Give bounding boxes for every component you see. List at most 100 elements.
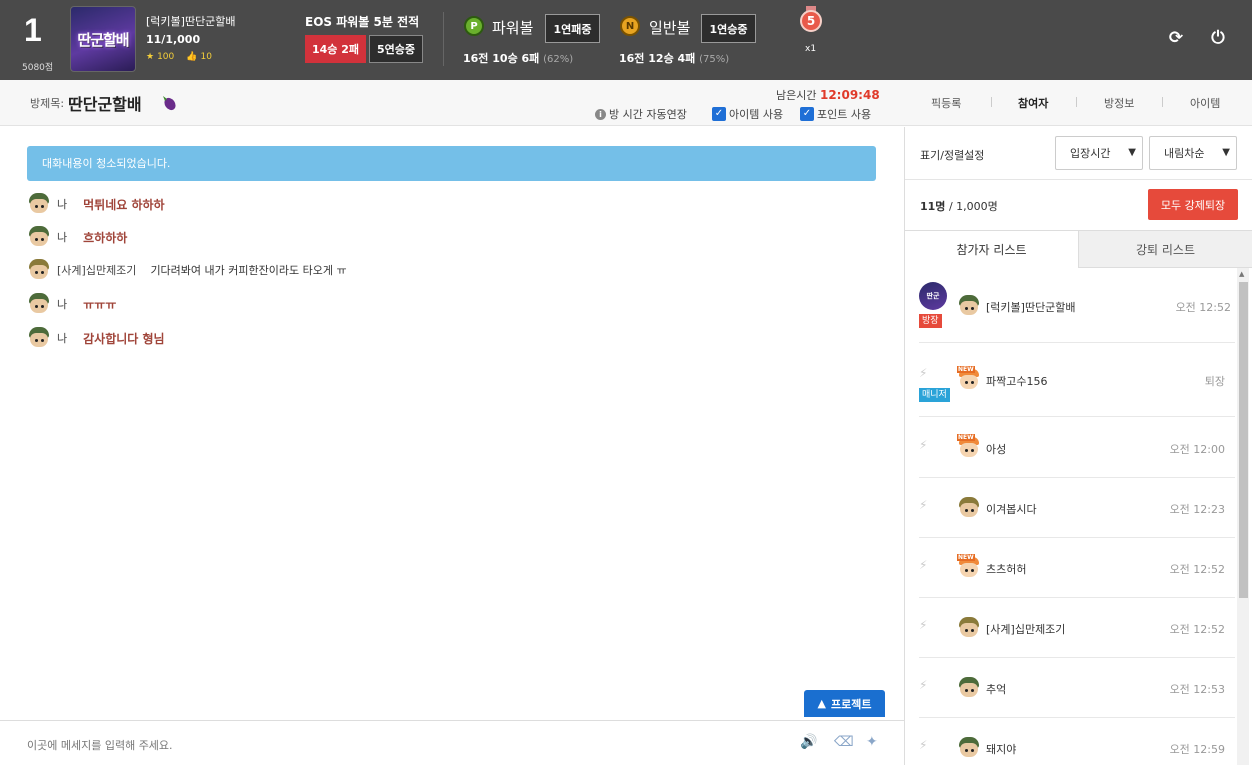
eraser-icon[interactable]: ⌫ — [834, 734, 854, 750]
user-name: [럭키볼]딴단군할배 — [146, 15, 236, 28]
participant-time: 오전 12:52 — [1169, 563, 1225, 576]
soldier-avatar-icon — [957, 616, 981, 640]
grade-icon: ⚡ — [919, 498, 928, 512]
chat-nick[interactable]: 나 — [57, 330, 67, 346]
participant-name[interactable]: 츠츠허허 — [986, 561, 1026, 577]
participant-row[interactable]: ⚡ 돼지야 오전 12:59 ⋮ — [919, 718, 1235, 765]
chat-message: 나 흐하하하 — [27, 225, 127, 249]
kick-all-button[interactable]: 모두 강제퇴장 — [1148, 189, 1238, 220]
divider — [905, 179, 1252, 180]
participant-row[interactable]: ⚡ 매니저 파짝고수156 퇴장 ⋮ — [919, 344, 1235, 417]
soldier-avatar-icon[interactable] — [27, 326, 51, 350]
tab-participants[interactable]: 참여자 — [1018, 95, 1048, 111]
chat-text: 기다려봐여 내가 커피한잔이라도 타오게 ㅠ — [150, 264, 347, 277]
participant-row[interactable]: ⚡ [사계]십만제조기 오전 12:52 ⋮ — [919, 598, 1235, 658]
participant-name[interactable]: 아성 — [986, 441, 1006, 457]
checkbox-checked-icon[interactable]: ✓ — [800, 107, 814, 121]
participant-time: 오전 12:52 — [1175, 301, 1231, 314]
user-logo: 딴군할배 — [70, 6, 136, 72]
user-logo-icon: 딴군 — [919, 282, 947, 310]
powerball-record: 16전 10승 6패 (62%) — [463, 52, 574, 65]
more-vertical-icon[interactable]: ⋮ — [1231, 440, 1235, 454]
soldier-avatar-icon[interactable] — [27, 292, 51, 316]
participant-name[interactable]: [럭키볼]딴단군할배 — [986, 299, 1076, 315]
chat-nick[interactable]: 나 — [57, 296, 67, 312]
soldier-avatar-icon — [957, 676, 981, 700]
magic-wand-icon[interactable]: ✦ — [866, 734, 878, 750]
eos-streak-badge: 5연승중 — [369, 35, 423, 63]
soldier-avatar-icon[interactable] — [27, 225, 51, 249]
auto-extend-option[interactable]: i 방 시간 자동연장 — [595, 106, 687, 122]
sort-by-select[interactable]: 입장시간 ▼ — [1055, 136, 1143, 170]
participant-time: 오전 12:59 — [1169, 743, 1225, 756]
chat-nick[interactable]: 나 — [57, 229, 67, 245]
more-vertical-icon[interactable]: ⋮ — [1231, 372, 1235, 386]
tab-items[interactable]: 아이템 — [1190, 95, 1220, 111]
more-vertical-icon[interactable]: ⋮ — [1231, 560, 1235, 574]
rank-number: 1 — [24, 12, 42, 48]
participant-row[interactable]: ⚡ 추억 오전 12:53 ⋮ — [919, 658, 1235, 718]
sort-order-select[interactable]: 내림차순 ▼ — [1149, 136, 1237, 170]
participant-time: 오전 12:00 — [1169, 443, 1225, 456]
scrollbar-thumb[interactable] — [1239, 282, 1248, 598]
soldier-avatar-icon[interactable] — [27, 258, 51, 282]
tab-pick-register[interactable]: 픽등록 — [931, 95, 961, 111]
more-vertical-icon[interactable]: ⋮ — [1231, 500, 1235, 514]
medal-count: x1 — [805, 44, 817, 54]
powerball-label: 파워볼 — [492, 19, 534, 37]
chevron-down-icon: ▼ — [1222, 147, 1230, 158]
participant-name[interactable]: 돼지야 — [986, 741, 1016, 757]
normalball-record: 16전 12승 4패 (75%) — [619, 52, 730, 65]
participant-name[interactable]: 추억 — [986, 681, 1006, 697]
scroll-up-icon[interactable]: ▲ — [1239, 270, 1244, 278]
participant-name[interactable]: 이겨봅시다 — [986, 501, 1037, 517]
chat-message: 나 감사합니다 형님 — [27, 326, 165, 350]
point-use-checkbox[interactable]: ✓ 포인트 사용 — [800, 106, 871, 122]
grade-icon: ⚡ — [919, 558, 928, 572]
soldier-avatar-icon[interactable] — [27, 192, 51, 216]
participant-row[interactable]: ⚡ 이겨봅시다 오전 12:23 ⋮ — [919, 478, 1235, 538]
manager-badge: 매니저 — [919, 388, 950, 402]
more-vertical-icon[interactable]: ⋮ — [1231, 620, 1235, 634]
participant-row[interactable]: ⚡ 아성 오전 12:00 ⋮ — [919, 418, 1235, 478]
item-use-checkbox[interactable]: ✓ 아이템 사용 — [712, 106, 783, 122]
speaker-icon[interactable]: 🔊 — [800, 734, 817, 750]
divider — [1076, 97, 1077, 107]
participant-name[interactable]: 파짝고수156 — [986, 373, 1047, 389]
scrollbar[interactable]: ▲ — [1237, 268, 1249, 765]
participant-time: 퇴장 — [1204, 375, 1225, 388]
tab-participant-list[interactable]: 참가자 리스트 — [905, 230, 1079, 268]
eos-record-badge: 14승 2패 — [305, 35, 366, 63]
chat-input[interactable]: 이곳에 메세지를 입력해 주세요. — [27, 737, 173, 753]
soldier-avatar-icon — [957, 736, 981, 760]
project-button[interactable]: ▲ 프로젝트 — [804, 690, 885, 717]
chat-nick[interactable]: 나 — [57, 196, 67, 212]
participant-row[interactable]: ⚡ 츠츠허허 오전 12:52 ⋮ — [919, 538, 1235, 598]
tab-room-info[interactable]: 방정보 — [1104, 95, 1134, 111]
more-vertical-icon[interactable]: ⋮ — [1231, 680, 1235, 694]
room-title: 딴단군할배 — [68, 95, 142, 114]
more-vertical-icon[interactable]: ⋮ — [1231, 740, 1235, 754]
room-title-label: 방제목: — [30, 97, 65, 110]
medal-icon[interactable]: 5 — [800, 6, 822, 32]
participant-row[interactable]: 딴군 방장 [럭키볼]딴단군할배 오전 12:52 — [919, 268, 1235, 343]
chat-message: 나 ㅠㅠㅠ — [27, 292, 116, 316]
grade-icon: ⚡ — [919, 738, 928, 752]
new-avatar-icon — [957, 554, 981, 580]
new-avatar-icon — [957, 366, 981, 392]
divider — [443, 12, 444, 66]
chat-input-bar[interactable]: 이곳에 메세지를 입력해 주세요. 🔊 ⌫ ✦ — [0, 720, 904, 765]
tab-kicked-list[interactable]: 강퇴 리스트 — [1079, 230, 1252, 268]
top-header: 1 5080점 딴군할배 [럭키볼]딴단군할배 11/1,000 ★ 100 👍 1… — [0, 0, 1252, 80]
checkbox-checked-icon[interactable]: ✓ — [712, 107, 726, 121]
new-avatar-icon — [957, 434, 981, 460]
grade-icon: ⚡ — [919, 678, 928, 692]
grade-icon: ⚡ — [919, 366, 928, 380]
participant-time: 오전 12:53 — [1169, 683, 1225, 696]
participant-name[interactable]: [사계]십만제조기 — [986, 621, 1065, 637]
power-icon[interactable]: ⏻ — [1208, 28, 1228, 48]
chat-nick[interactable]: [사계]십만제조기 — [57, 262, 136, 278]
thumbs-up-icon: 👍 10 — [186, 52, 212, 62]
divider — [991, 97, 992, 107]
refresh-icon[interactable]: ⟳ — [1166, 28, 1186, 48]
